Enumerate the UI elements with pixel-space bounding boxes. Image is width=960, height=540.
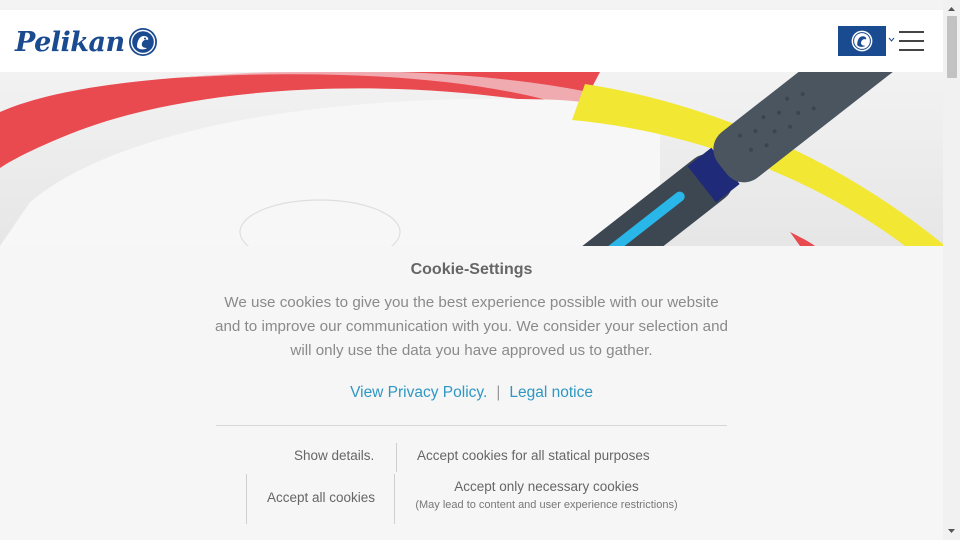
option-divider: [396, 443, 397, 472]
hero-pen-illustration: [0, 72, 943, 246]
pelikan-emblem-icon: [128, 28, 157, 56]
accept-all-cookies-button[interactable]: Accept all cookies: [267, 490, 375, 505]
privacy-policy-link[interactable]: View Privacy Policy.: [350, 384, 487, 401]
hero-image: [0, 72, 943, 246]
option-divider: [394, 474, 395, 524]
logo-wordmark: Pelikan: [15, 26, 125, 58]
top-strip: [0, 0, 943, 10]
cookie-settings-title: Cookie-Settings: [410, 261, 533, 278]
link-separator: |: [496, 384, 501, 401]
scroll-down-arrow-icon[interactable]: [947, 527, 956, 535]
site-header: Pelikan: [0, 10, 943, 72]
cookie-description: We use cookies to give you the best expe…: [215, 294, 728, 359]
accept-necessary-label: Accept only necessary cookies: [454, 479, 639, 494]
vertical-scrollbar[interactable]: [943, 0, 960, 540]
accept-necessary-cookies-button[interactable]: Accept only necessary cookies (May lead …: [409, 479, 684, 511]
divider: [216, 425, 727, 426]
cookie-settings-panel: Cookie-Settings We use cookies to give y…: [0, 246, 943, 540]
pelikan-emblem-icon: [851, 30, 873, 52]
cookie-links: View Privacy Policy. | Legal notice: [0, 384, 943, 402]
pelikan-logo[interactable]: Pelikan: [15, 24, 158, 60]
hamburger-menu-icon[interactable]: [899, 31, 925, 51]
scroll-up-arrow-icon[interactable]: [947, 5, 956, 13]
option-divider: [246, 474, 247, 524]
chevron-down-icon[interactable]: [888, 36, 895, 43]
accept-statistical-cookies-button[interactable]: Accept cookies for all statical purposes: [417, 448, 650, 463]
show-details-button[interactable]: Show details.: [294, 448, 374, 463]
accept-necessary-note: (May lead to content and user experience…: [415, 499, 678, 511]
legal-notice-link[interactable]: Legal notice: [509, 384, 593, 401]
language-button[interactable]: [838, 26, 886, 56]
scrollbar-thumb[interactable]: [947, 16, 957, 78]
